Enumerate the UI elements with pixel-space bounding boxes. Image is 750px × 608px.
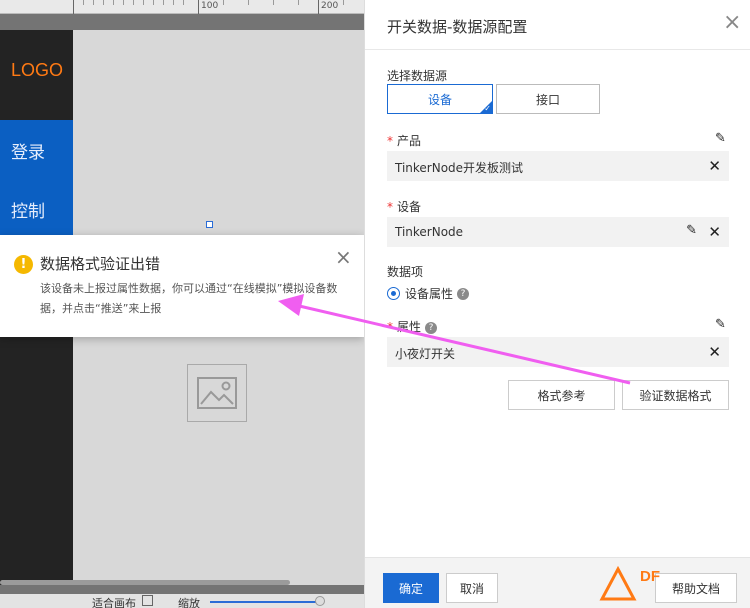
ruler-tick xyxy=(113,0,114,5)
property-field[interactable]: 小夜灯开关 ✕ xyxy=(387,337,729,367)
datasource-config-panel: 开关数据-数据源配置 × 选择数据源 设备 ✓ 接口 * 产品 ✎ TinkerN… xyxy=(364,0,750,608)
product-value: TinkerNode开发板测试 xyxy=(395,161,524,175)
toast-title: 数据格式验证出错 xyxy=(40,255,161,273)
help-icon[interactable]: ? xyxy=(457,287,470,300)
panel-footer: 确定 取消 帮助文档 xyxy=(365,557,750,608)
clear-icon[interactable]: ✕ xyxy=(708,157,721,175)
property-label-text: 属性 xyxy=(397,320,422,334)
check-icon: ✓ xyxy=(484,104,491,113)
zoom-slider-track[interactable] xyxy=(210,601,320,603)
zoom-slider-knob[interactable] xyxy=(315,596,325,606)
product-label: * 产品 xyxy=(387,132,421,149)
confirm-button[interactable]: 确定 xyxy=(383,573,439,603)
edit-product-icon[interactable]: ✎ xyxy=(715,131,726,146)
ruler-tick xyxy=(123,0,124,5)
data-item-label: 数据项 xyxy=(387,265,424,279)
product-label-text: 产品 xyxy=(397,134,422,148)
clear-icon[interactable]: ✕ xyxy=(708,223,721,241)
mock-nav[interactable]: 登录 控制 xyxy=(0,120,73,238)
mock-nav-item-login[interactable]: 登录 xyxy=(11,138,45,163)
required-mark: * xyxy=(387,320,393,334)
ruler-tick xyxy=(183,0,184,5)
watermark-logo xyxy=(599,565,637,601)
property-value: 小夜灯开关 xyxy=(395,347,456,361)
edit-property-icon[interactable]: ✎ xyxy=(715,317,726,332)
close-icon[interactable]: × xyxy=(335,245,352,269)
device-label: * 设备 xyxy=(387,198,421,215)
source-option-api[interactable]: 接口 xyxy=(496,84,600,114)
panel-title: 开关数据-数据源配置 xyxy=(387,18,528,36)
ruler-tick xyxy=(298,0,299,5)
ruler-tick xyxy=(173,0,174,5)
ruler-tick xyxy=(248,0,249,5)
ruler-tick xyxy=(318,0,319,14)
ruler-tick xyxy=(73,0,74,14)
canvas-bottom-bar: 适合画布 缩放 xyxy=(0,594,364,608)
ruler: 100 200 xyxy=(0,0,364,14)
data-item-radio[interactable]: 设备属性 ? xyxy=(387,285,470,302)
resize-handle[interactable] xyxy=(206,221,213,228)
required-mark: * xyxy=(387,200,393,214)
source-option-device[interactable]: 设备 ✓ xyxy=(387,84,493,114)
image-icon xyxy=(197,377,237,409)
ruler-tick xyxy=(223,0,224,5)
warning-icon: ! xyxy=(14,255,33,274)
validate-format-button[interactable]: 验证数据格式 xyxy=(622,380,729,410)
zoom-label: 缩放 xyxy=(178,597,200,608)
error-toast: ! 数据格式验证出错 × 该设备未上报过属性数据，你可以通过“在线模拟”模拟设备… xyxy=(0,235,364,337)
ruler-tick xyxy=(103,0,104,5)
source-option-label: 接口 xyxy=(535,92,560,107)
data-item-option: 设备属性 xyxy=(405,287,454,301)
fit-canvas-icon[interactable] xyxy=(142,595,153,606)
panel-header: 开关数据-数据源配置 × xyxy=(365,0,750,50)
property-label: * 属性? xyxy=(387,318,438,335)
image-placeholder[interactable] xyxy=(187,364,247,422)
horizontal-scrollbar[interactable] xyxy=(0,580,290,585)
cancel-button[interactable]: 取消 xyxy=(446,573,498,603)
ruler-tick xyxy=(133,0,134,5)
ruler-tick xyxy=(273,0,274,5)
mock-logo[interactable]: LOGO xyxy=(11,60,63,81)
ruler-tick xyxy=(93,0,94,5)
ruler-tick xyxy=(163,0,164,5)
ruler-tick xyxy=(143,0,144,5)
product-field[interactable]: TinkerNode开发板测试 ✕ xyxy=(387,151,729,181)
close-icon[interactable]: × xyxy=(723,10,741,35)
help-doc-button[interactable]: 帮助文档 xyxy=(655,573,737,603)
clear-icon[interactable]: ✕ xyxy=(708,343,721,361)
ruler-tick xyxy=(198,0,199,14)
device-label-text: 设备 xyxy=(397,200,422,214)
help-icon[interactable]: ? xyxy=(425,321,438,334)
toast-message: 该设备未上报过属性数据，你可以通过“在线模拟”模拟设备数据，并点击“推送”来上报 xyxy=(40,282,338,315)
source-label: 选择数据源 xyxy=(387,69,448,83)
watermark-text: DF xyxy=(640,568,660,585)
fit-canvas-label[interactable]: 适合画布 xyxy=(92,595,136,608)
ruler-tick xyxy=(83,0,84,5)
radio-selected-icon[interactable] xyxy=(387,287,400,300)
mock-nav-item-control[interactable]: 控制 xyxy=(11,197,45,222)
ruler-label: 200 xyxy=(321,1,339,11)
required-mark: * xyxy=(387,134,393,148)
format-reference-button[interactable]: 格式参考 xyxy=(508,380,615,410)
source-option-label: 设备 xyxy=(427,92,452,107)
ruler-tick xyxy=(343,0,344,5)
ruler-tick xyxy=(153,0,154,5)
device-value: TinkerNode xyxy=(395,225,464,239)
ruler-label: 100 xyxy=(201,1,219,11)
edit-device-icon[interactable]: ✎ xyxy=(686,223,697,238)
device-field[interactable]: TinkerNode ✎ ✕ xyxy=(387,217,729,247)
